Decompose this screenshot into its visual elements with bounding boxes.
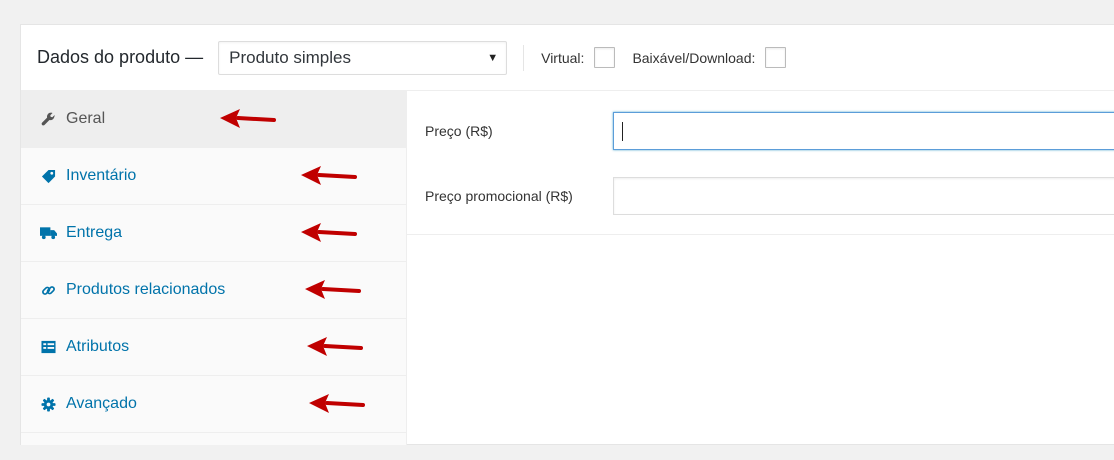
general-options-panel: Preço (R$) Preço promocional (R$) xyxy=(407,91,1114,445)
tab-geral-label: Geral xyxy=(66,110,106,127)
product-type-select[interactable]: Produto simples ▼ xyxy=(218,40,508,75)
sale-price-label: Preço promocional (R$) xyxy=(425,188,573,204)
product-data-header: Dados do produto — Produto simples ▼ Vir… xyxy=(21,25,1114,91)
annotation-arrow-icon xyxy=(309,394,365,413)
tab-produtos-relacionados-label: Produtos relacionados xyxy=(66,281,226,298)
sale-price-input[interactable] xyxy=(613,177,1114,215)
download-checkbox[interactable] xyxy=(765,47,787,68)
tag-icon xyxy=(38,167,58,185)
annotation-arrow-icon xyxy=(305,280,361,299)
product-type-value: Produto simples xyxy=(229,47,351,67)
annotation-arrow-icon xyxy=(301,223,357,242)
download-label: Baixável/Download: xyxy=(632,49,756,66)
gear-icon xyxy=(38,395,58,413)
annotation-arrow-icon xyxy=(220,109,276,128)
sale-price-field-row: Preço promocional (R$) xyxy=(407,177,1114,215)
price-field-row: Preço (R$) xyxy=(407,112,1114,150)
price-label: Preço (R$) xyxy=(425,123,493,139)
tab-geral[interactable]: Geral xyxy=(21,91,406,148)
options-divider xyxy=(407,234,1114,235)
wrench-icon xyxy=(38,110,58,128)
panel-title: Dados do produto — xyxy=(37,47,204,67)
virtual-option[interactable]: Virtual: xyxy=(541,47,616,68)
download-option[interactable]: Baixável/Download: xyxy=(632,47,787,68)
tab-avancado[interactable]: Avançado xyxy=(21,376,406,433)
header-separator xyxy=(523,44,525,71)
product-data-tabs: Geral Inventário Entrega Produtos relaci… xyxy=(21,91,407,445)
tab-produtos-relacionados[interactable]: Produtos relacionados xyxy=(21,262,406,319)
tab-inventario[interactable]: Inventário xyxy=(21,148,406,205)
tab-entrega[interactable]: Entrega xyxy=(21,205,406,262)
tab-atributos[interactable]: Atributos xyxy=(21,319,406,376)
annotation-arrow-icon xyxy=(301,166,357,185)
text-cursor xyxy=(622,122,623,141)
virtual-label: Virtual: xyxy=(541,49,585,66)
tab-avancado-label: Avançado xyxy=(66,395,137,412)
annotation-arrow-icon xyxy=(307,337,363,356)
tab-atributos-label: Atributos xyxy=(66,338,130,355)
price-input[interactable] xyxy=(613,112,1114,150)
truck-icon xyxy=(38,224,58,242)
chevron-down-icon: ▼ xyxy=(487,51,499,64)
product-data-body: Geral Inventário Entrega Produtos relaci… xyxy=(21,91,1114,445)
product-data-panel: Dados do produto — Produto simples ▼ Vir… xyxy=(20,24,1114,445)
list-table-icon xyxy=(38,338,58,356)
link-icon xyxy=(38,281,58,299)
tab-entrega-label: Entrega xyxy=(66,224,123,241)
tab-inventario-label: Inventário xyxy=(66,167,137,184)
virtual-checkbox[interactable] xyxy=(594,47,616,68)
